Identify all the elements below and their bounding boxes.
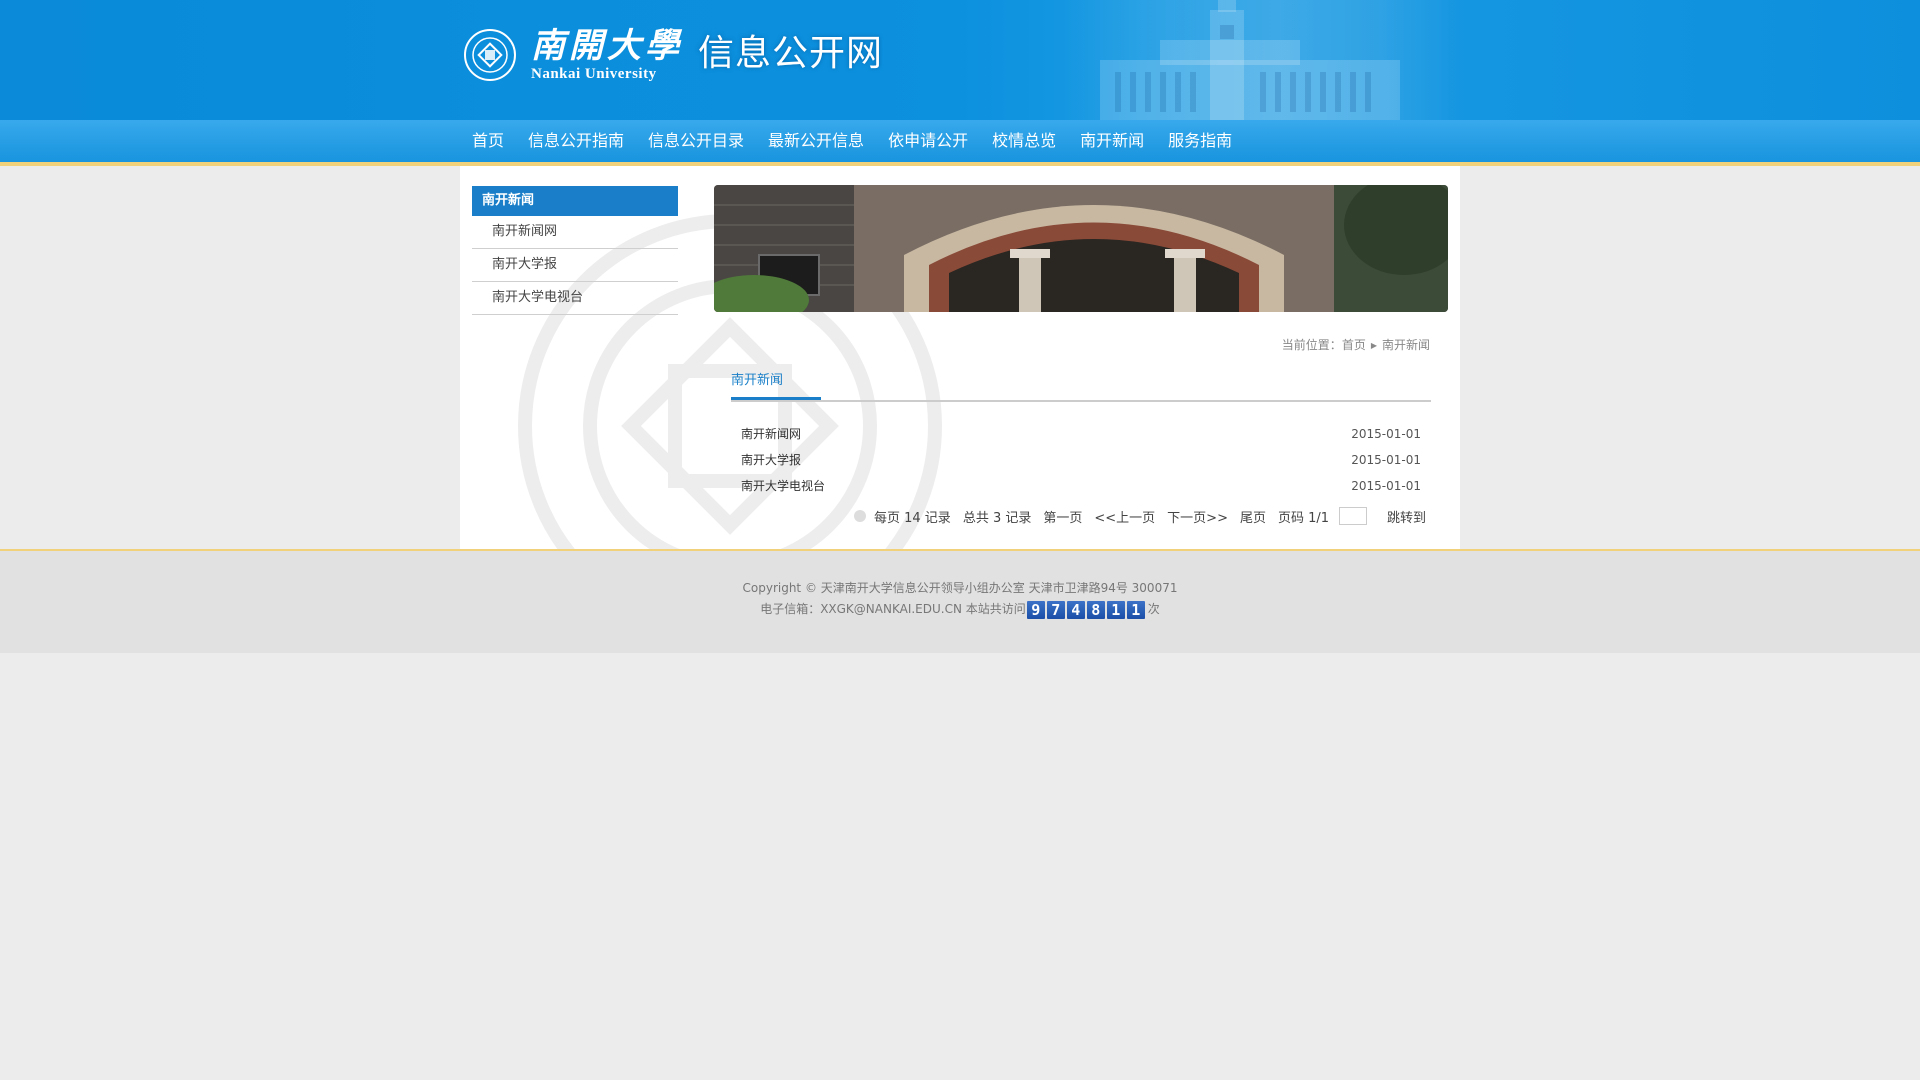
pager-jump-input[interactable] [1339,507,1368,525]
footer-visit-suffix: 次 [1147,602,1160,616]
section-tab-news[interactable]: 南开新闻 [731,366,821,400]
visit-counter: 9 7 4 8 1 1 [1026,600,1147,619]
pager-page-info: 页码 1/1 [1277,510,1330,526]
nav-item-overview[interactable]: 校情总览 [980,120,1068,162]
section-tab-bar: 南开新闻 [731,366,1431,402]
logo-english-name: Nankai University [531,66,657,82]
pagination: 每页 14 记录 总共 3 记录 第一页 <<上一页 下一页>> 尾页 页码 1… [854,505,1438,527]
list-item-title[interactable]: 南开大学报 [741,453,801,467]
list-item-title[interactable]: 南开新闻网 [741,427,801,441]
nav-item-latest[interactable]: 最新公开信息 [756,120,876,162]
nav-item-service[interactable]: 服务指南 [1156,120,1244,162]
building-illustration [1060,0,1460,120]
breadcrumb-current[interactable]: 南开新闻 [1382,338,1430,352]
list-item-date: 2015-01-01 [1351,427,1421,441]
logo-chinese-name: 南開大學 [531,26,683,66]
footer-email: 电子信箱：XXGK@NANKAI.EDU.CN 本站共访问 [760,602,1026,616]
university-logo[interactable]: 南開大學 Nankai University [463,22,683,88]
pager-last-link[interactable]: 尾页 [1240,507,1266,526]
list-item-date: 2015-01-01 [1351,479,1421,493]
list-item: 南开新闻网 2015-01-01 [741,421,1421,447]
sidebar-item-news-site[interactable]: 南开新闻网 [472,216,678,249]
pager-total: 总共 3 记录 [962,510,1032,526]
main-nav: 首页 信息公开指南 信息公开目录 最新公开信息 依申请公开 校情总览 南开新闻 … [0,120,1920,166]
counter-digit: 1 [1126,600,1145,619]
footer-copyright: Copyright © 天津南开大学信息公开领导小组办公室 天津市卫津路94号 … [742,581,1178,595]
site-title: 信息公开网 [698,33,884,74]
sidebar: 南开新闻 南开新闻网 南开大学报 南开大学电视台 [472,186,678,315]
list-item-title[interactable]: 南开大学电视台 [741,479,825,493]
breadcrumb: 当前位置：首页 ▶ 南开新闻 [1282,336,1430,353]
counter-digit: 4 [1066,600,1085,619]
nav-item-news[interactable]: 南开新闻 [1068,120,1156,162]
nav-item-guide[interactable]: 信息公开指南 [516,120,636,162]
counter-digit: 1 [1106,600,1125,619]
pager-per-page: 每页 14 记录 [874,510,951,526]
list-item: 南开大学电视台 2015-01-01 [741,473,1421,499]
sidebar-heading: 南开新闻 [472,186,678,216]
list-item-date: 2015-01-01 [1351,453,1421,467]
footer-contact: 电子信箱：XXGK@NANKAI.EDU.CN 本站共访问 9 7 4 8 1 … [0,600,1920,619]
sidebar-item-tv[interactable]: 南开大学电视台 [472,282,678,315]
list-item: 南开大学报 2015-01-01 [741,447,1421,473]
counter-digit: 9 [1026,600,1045,619]
counter-digit: 7 [1046,600,1065,619]
site-footer: Copyright © 天津南开大学信息公开领导小组办公室 天津市卫津路94号 … [0,549,1920,653]
site-header: 南開大學 Nankai University 信息公开网 [0,0,1920,120]
university-seal-icon [464,29,516,81]
pager-prev-link[interactable]: <<上一页 [1094,507,1155,526]
nav-item-catalog[interactable]: 信息公开目录 [636,120,756,162]
main-content: 南开新闻 南开新闻网 南开大学报 南开大学电视台 当前位置：首页 ▶ 南开新闻 … [460,166,1460,549]
pager-first-link[interactable]: 第一页 [1043,507,1082,526]
campus-banner-image [714,185,1448,312]
nav-item-request[interactable]: 依申请公开 [876,120,980,162]
breadcrumb-prefix: 当前位置： [1281,338,1342,352]
counter-digit: 8 [1086,600,1105,619]
pager-jump-button[interactable]: 跳转到 [1387,507,1426,526]
news-list: 南开新闻网 2015-01-01 南开大学报 2015-01-01 南开大学电视… [741,421,1421,499]
pager-dot-icon [854,510,866,522]
breadcrumb-arrow-icon: ▶ [1370,341,1377,350]
nav-item-home[interactable]: 首页 [460,120,516,162]
pager-next-link[interactable]: 下一页>> [1167,507,1228,526]
sidebar-item-newspaper[interactable]: 南开大学报 [472,249,678,282]
breadcrumb-home-link[interactable]: 首页 [1342,338,1366,352]
